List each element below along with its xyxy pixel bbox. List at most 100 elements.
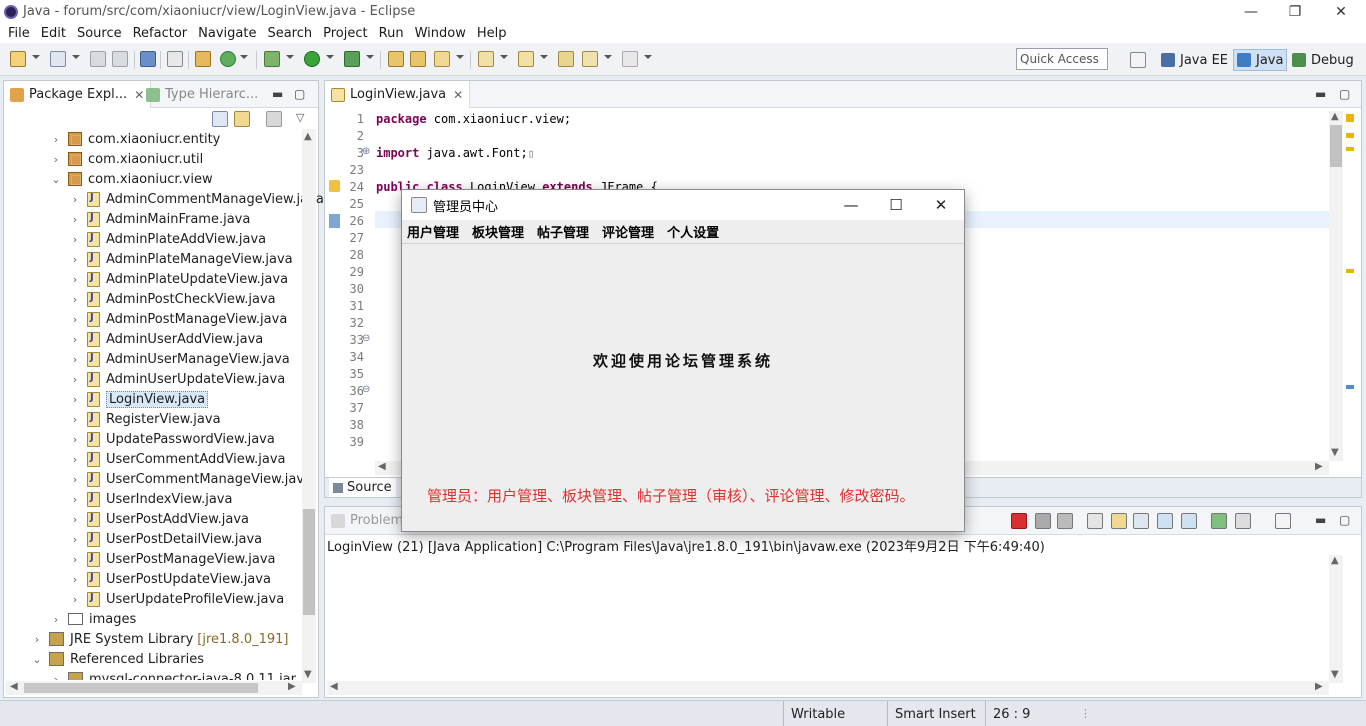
scroll-lock-icon[interactable] [1111, 513, 1127, 529]
save-all-icon[interactable] [112, 51, 128, 67]
warning-icon[interactable] [329, 180, 340, 192]
tree-item-java[interactable]: › AdminPostCheckView.java [69, 289, 276, 309]
console-hscrollbar[interactable]: ◀ ▶ [327, 681, 1329, 695]
tree-item-java[interactable]: › UserPostManageView.java [69, 549, 276, 569]
tree-vscroll-thumb[interactable] [303, 509, 315, 615]
forward-icon[interactable] [622, 51, 638, 67]
new-class-icon[interactable] [195, 51, 211, 67]
tree-item-java[interactable]: › UserPostAddView.java [69, 509, 249, 529]
minimize-icon[interactable]: ▬ [1315, 513, 1326, 527]
chevron-right-icon[interactable]: › [50, 133, 62, 146]
dialog-maximize-button[interactable]: ☐ [881, 194, 911, 216]
menu-source[interactable]: Source [73, 26, 126, 41]
chevron-right-icon[interactable]: › [69, 273, 81, 286]
minimize-icon[interactable]: ▬ [272, 87, 283, 101]
minimize-icon[interactable]: ▬ [1315, 87, 1326, 101]
tab-source[interactable]: Source [329, 478, 396, 497]
chevron-right-icon[interactable]: › [69, 453, 81, 466]
tree-item-package[interactable]: ⌄ com.xiaoniucr.view [50, 169, 212, 189]
chevron-right-icon[interactable]: › [50, 153, 62, 166]
next-annotation-icon[interactable] [478, 51, 494, 67]
close-button[interactable]: ✕ [1318, 0, 1364, 23]
open-perspective-icon[interactable] [1130, 52, 1146, 68]
run-icon[interactable] [304, 51, 320, 67]
scroll-up-icon[interactable]: ▲ [1331, 555, 1339, 566]
warning-overview-marker[interactable] [1346, 147, 1354, 151]
warning-overview-marker[interactable] [1346, 114, 1354, 122]
pin-console-icon[interactable] [1211, 513, 1227, 529]
collapse-fold-icon[interactable]: ⊖ [362, 384, 370, 395]
back-icon[interactable] [582, 51, 598, 67]
chevron-right-icon[interactable]: › [69, 353, 81, 366]
link-with-editor-icon[interactable] [234, 111, 250, 127]
dialog-titlebar[interactable]: 管理员中心 — ☐ ✕ [402, 190, 964, 220]
chevron-right-icon[interactable]: › [69, 413, 81, 426]
save-icon[interactable] [90, 51, 106, 67]
warning-overview-marker[interactable] [1346, 133, 1354, 138]
refresh-icon[interactable] [220, 51, 236, 67]
tree-item-java[interactable]: › AdminPlateUpdateView.java [69, 269, 288, 289]
chevron-right-icon[interactable]: › [69, 513, 81, 526]
skip-breakpoints-icon[interactable] [167, 51, 183, 67]
menu-file[interactable]: File [4, 26, 34, 41]
chevron-right-icon[interactable]: › [69, 433, 81, 446]
tree-item-java[interactable]: › AdminUserManageView.java [69, 349, 290, 369]
search-icon[interactable] [434, 51, 450, 67]
show-on-output-icon[interactable] [1157, 513, 1173, 529]
chevron-right-icon[interactable]: › [69, 493, 81, 506]
scroll-left-icon[interactable]: ◀ [330, 681, 338, 692]
collapse-fold-icon[interactable]: ⊖ [362, 333, 370, 344]
dialog-minimize-button[interactable]: — [836, 194, 866, 216]
chevron-right-icon[interactable]: › [69, 333, 81, 346]
scroll-left-icon[interactable]: ◀ [10, 681, 18, 692]
code-line[interactable]: import java.awt.Font;▯ [376, 146, 534, 160]
status-insert-mode[interactable]: Smart Insert [887, 701, 985, 726]
run-external-icon[interactable] [344, 51, 360, 67]
tree-item-folder[interactable]: › images [50, 609, 136, 629]
tree-item-java[interactable]: › UserCommentAddView.java [69, 449, 286, 469]
menu-user-management[interactable]: 用户管理 [407, 222, 459, 241]
dialog-close-button[interactable]: ✕ [926, 194, 956, 216]
perspective-debug[interactable]: Debug [1289, 49, 1357, 71]
remove-launch-icon[interactable] [1035, 513, 1051, 529]
tree-item-package[interactable]: › com.xiaoniucr.entity [50, 129, 221, 149]
last-edit-icon[interactable] [558, 51, 574, 67]
word-wrap-icon[interactable] [1133, 513, 1149, 529]
tree-item-java[interactable]: › AdminMainFrame.java [69, 209, 250, 229]
perspective-java[interactable]: Java [1233, 49, 1288, 71]
tree-hscrollbar[interactable]: ◀ ▶ [6, 681, 302, 695]
show-on-error-icon[interactable] [1181, 513, 1197, 529]
menu-search[interactable]: Search [263, 26, 316, 41]
warning-overview-marker[interactable] [1346, 269, 1354, 273]
scroll-down-icon[interactable]: ▼ [1331, 669, 1339, 680]
menu-edit[interactable]: Edit [37, 26, 70, 41]
tab-type-hierarchy[interactable]: Type Hierarc... [140, 81, 264, 108]
prev-annotation-icon[interactable] [518, 51, 534, 67]
menu-navigate[interactable]: Navigate [194, 26, 260, 41]
tree-item-package[interactable]: › com.xiaoniucr.util [50, 149, 203, 169]
tree-item-java[interactable]: › RegisterView.java [69, 409, 221, 429]
tree-item-java[interactable]: › LoginView.java [69, 389, 209, 409]
new-project-icon[interactable] [50, 51, 66, 67]
focus-icon[interactable] [266, 111, 282, 127]
chevron-right-icon[interactable]: › [69, 293, 81, 306]
clear-console-icon[interactable] [1087, 513, 1103, 529]
remove-all-icon[interactable] [1057, 513, 1073, 529]
scroll-down-icon[interactable]: ▼ [304, 669, 312, 680]
menu-refactor[interactable]: Refactor [129, 26, 192, 41]
tree-hscroll-thumb[interactable] [24, 683, 258, 693]
chevron-right-icon[interactable]: › [69, 193, 81, 206]
debug-icon[interactable] [264, 51, 280, 67]
tree-vscrollbar[interactable]: ▲ ▼ [302, 129, 316, 683]
chevron-right-icon[interactable]: › [31, 633, 43, 646]
maximize-icon[interactable]: ▢ [294, 87, 305, 101]
close-icon[interactable]: ✕ [453, 88, 463, 102]
restore-button[interactable]: ❐ [1272, 0, 1318, 23]
chevron-right-icon[interactable]: › [69, 253, 81, 266]
menu-project[interactable]: Project [319, 26, 371, 41]
occurrence-overview-marker[interactable] [1346, 385, 1354, 389]
tree-item-library[interactable]: ⌄ Referenced Libraries [31, 649, 204, 669]
chevron-right-icon[interactable]: › [69, 233, 81, 246]
editor-vscroll-thumb[interactable] [1330, 125, 1342, 167]
chevron-right-icon[interactable]: › [69, 373, 81, 386]
